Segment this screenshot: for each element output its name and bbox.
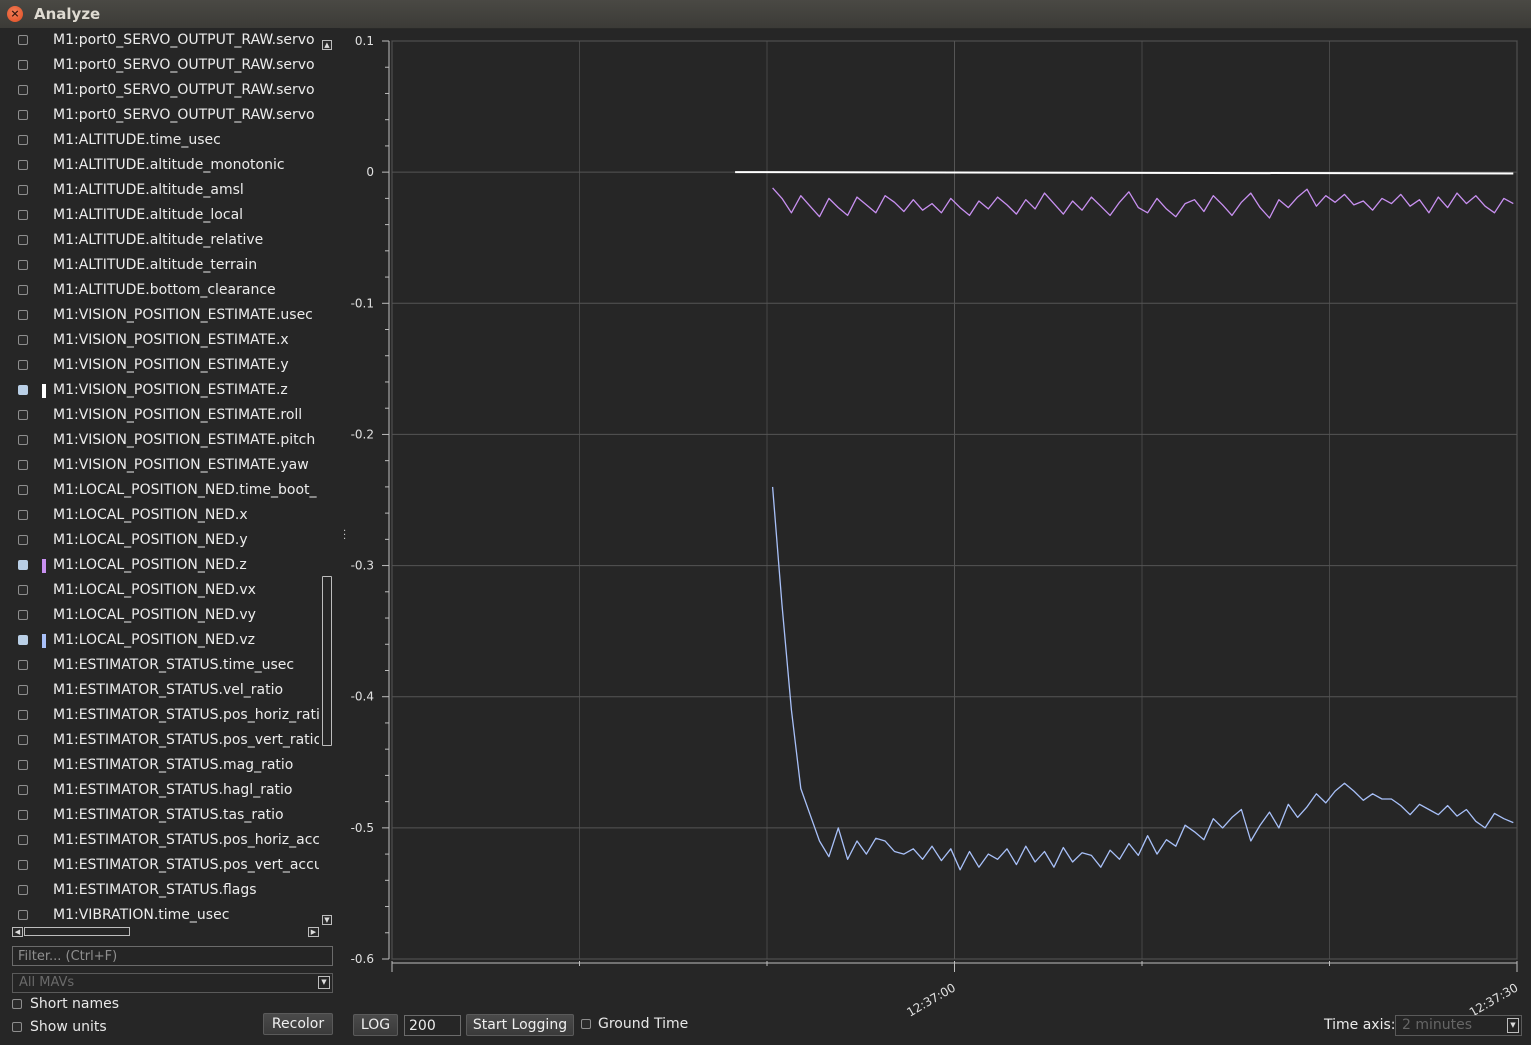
plot-area[interactable]: 0.1 0 -0.1 -0.2 -0.3 -0.4 -0.5 -0.6 12:37:00 12:3…	[0, 0, 1531, 1045]
chevron-down-icon[interactable]: ▼	[1507, 1018, 1519, 1033]
time-axis-select[interactable]: 2 minutes ▼	[1395, 1015, 1522, 1036]
ground-time-option[interactable]: Ground Time	[581, 1016, 691, 1034]
start-logging-button[interactable]: Start Logging	[466, 1014, 574, 1036]
ground-time-label: Ground Time	[598, 1016, 689, 1032]
y-tick-label: -0.6	[351, 952, 374, 966]
ground-time-checkbox[interactable]	[581, 1019, 591, 1029]
x-tick-label: 12:37:30	[1467, 980, 1521, 1019]
x-tick-label: 12:37:00	[904, 980, 958, 1019]
y-tick-label: -0.3	[351, 559, 374, 573]
y-tick-label: -0.5	[351, 821, 374, 835]
time-axis-label: Time axis:	[1324, 1017, 1396, 1033]
y-tick-label: -0.1	[351, 296, 374, 310]
y-tick-label: -0.2	[351, 427, 374, 441]
series-line	[735, 171, 1514, 175]
log-interval-input[interactable]	[404, 1015, 461, 1036]
y-tick-label: 0	[366, 165, 374, 179]
time-axis-value: 2 minutes	[1402, 1017, 1473, 1033]
y-tick-label: 0.1	[355, 34, 374, 48]
log-button[interactable]: LOG	[353, 1014, 398, 1036]
y-tick-label: -0.4	[351, 690, 374, 704]
